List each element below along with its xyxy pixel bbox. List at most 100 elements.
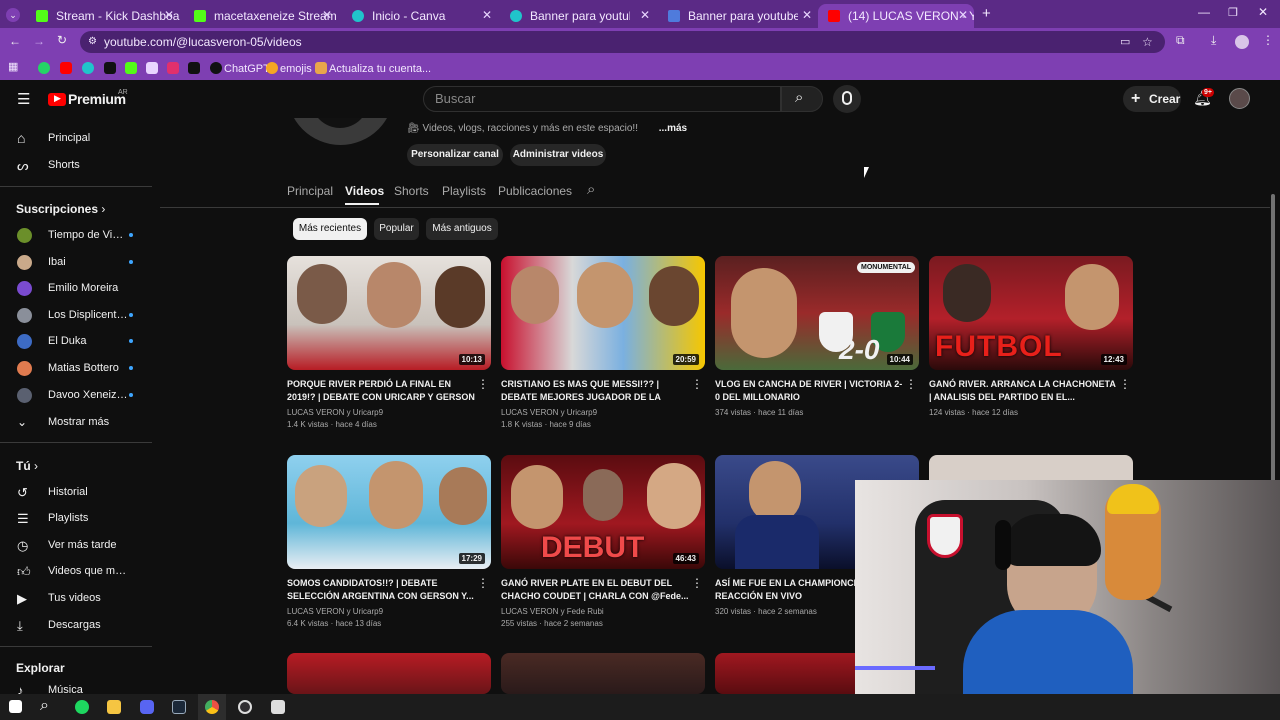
video-channel[interactable]: LUCAS VERON y Uricarp9 — [287, 408, 487, 417]
video-title[interactable]: CRISTIANO ES MAS QUE MESSI!?? | DEBATE M… — [501, 378, 689, 404]
close-tab-icon[interactable]: ✕ — [802, 8, 812, 22]
show-more-button[interactable]: ⌄ Mostrar más — [0, 409, 155, 435]
browser-tab[interactable]: macetaxeneize Stream - Watch✕ — [184, 4, 338, 28]
file-explorer-icon[interactable] — [107, 700, 121, 714]
video-title[interactable]: SOMOS CANDIDATOS!!? | DEBATE SELECCIÓN A… — [287, 577, 475, 603]
video-card[interactable]: FUTBOL 12:43 GANÓ RIVER. ARRANCA LA CHAC… — [929, 256, 1133, 442]
sidebar-subscription[interactable]: Tiempo de Video... — [0, 222, 155, 248]
customize-channel-button[interactable]: Personalizar canal — [407, 144, 503, 166]
close-tab-icon[interactable]: ✕ — [640, 8, 650, 22]
tab-playlists[interactable]: Playlists — [442, 184, 486, 198]
video-thumbnail[interactable]: 10:13 — [287, 256, 491, 370]
sidebar-subscription[interactable]: Matias Bottero — [0, 355, 155, 381]
tab-principal[interactable]: Principal — [287, 184, 333, 198]
profile-avatar[interactable] — [1235, 35, 1249, 49]
restore-button[interactable]: ❐ — [1228, 6, 1238, 19]
video-thumbnail[interactable]: FUTBOL 12:43 — [929, 256, 1133, 370]
bookmark-icon[interactable] — [82, 62, 94, 74]
video-title[interactable]: VLOG EN CANCHA DE RIVER | VICTORIA 2-0 D… — [715, 378, 903, 404]
sidebar-item-principal[interactable]: ⌂ Principal — [0, 125, 155, 151]
close-tab-icon[interactable]: ✕ — [322, 8, 332, 22]
voice-search-button[interactable] — [833, 85, 861, 113]
emoji-icon[interactable] — [266, 62, 278, 74]
subscriptions-header[interactable]: Suscripciones › — [16, 202, 105, 216]
sidebar-subscription[interactable]: El Duka — [0, 328, 155, 354]
manage-videos-button[interactable]: Administrar videos — [510, 144, 606, 166]
channel-search-icon[interactable]: ⌕ — [587, 181, 595, 198]
video-options-icon[interactable]: ⋮ — [691, 378, 703, 390]
steam-icon[interactable] — [172, 700, 186, 714]
search-input[interactable]: Buscar — [423, 86, 781, 112]
apps-grid-icon[interactable]: ▦ — [8, 60, 20, 73]
create-button[interactable]: + Crear — [1123, 86, 1181, 112]
search-button[interactable]: ⌕ — [781, 86, 823, 112]
browser-tab[interactable]: Inicio - Canva ✕ — [342, 4, 498, 28]
you-header[interactable]: Tú › — [16, 459, 38, 473]
video-thumbnail[interactable]: DEBUT 46:43 — [501, 455, 705, 569]
bookmark-chatgpt[interactable]: ChatGPT — [224, 62, 270, 76]
video-card[interactable]: 2-0 MONUMENTAL 10:44 VLOG EN CANCHA DE R… — [715, 256, 919, 442]
sidebar-item-shorts[interactable]: ᔕ Shorts — [0, 152, 155, 178]
filter-popular[interactable]: Popular — [374, 218, 419, 240]
video-channel[interactable]: LUCAS VERON y Fede Rubi — [501, 607, 701, 616]
sidebar-item-playlists[interactable]: ☰ Playlists — [0, 505, 155, 531]
discord-icon[interactable] — [140, 700, 154, 714]
video-card[interactable]: DEBUT 46:43 GANÓ RIVER PLATE EN EL DEBUT… — [501, 455, 705, 641]
mail-icon[interactable] — [146, 62, 158, 74]
address-bar[interactable]: ⚙ youtube.com/@lucasveron-05/videos ▭ ☆ — [80, 31, 1165, 53]
windows-start-icon[interactable] — [9, 700, 22, 713]
video-card[interactable]: 17:29 SOMOS CANDIDATOS!!? | DEBATE SELEC… — [287, 455, 491, 641]
video-options-icon[interactable]: ⋮ — [905, 378, 917, 390]
filter-oldest[interactable]: Más antiguos — [426, 218, 498, 240]
tab-shorts[interactable]: Shorts — [394, 184, 429, 198]
video-thumbnail[interactable]: 20:59 — [501, 256, 705, 370]
tab-videos[interactable]: Videos — [345, 184, 384, 198]
video-options-icon[interactable]: ⋮ — [1119, 378, 1131, 390]
browser-tab[interactable]: Banner para youtube banda mu✕ — [658, 4, 818, 28]
sidebar-subscription[interactable]: Ibai — [0, 249, 155, 275]
x-icon[interactable] — [188, 62, 200, 74]
search-icon[interactable]: ⌕ — [40, 697, 49, 715]
instagram-icon[interactable] — [167, 62, 179, 74]
youtube-icon[interactable] — [60, 62, 72, 74]
sidebar-subscription[interactable]: Los Displicentes — [0, 302, 155, 328]
close-tab-icon[interactable]: ✕ — [958, 8, 968, 22]
close-tab-icon[interactable]: ✕ — [164, 8, 174, 22]
account-icon[interactable] — [315, 62, 327, 74]
obs-icon[interactable] — [238, 700, 252, 714]
sidebar-subscription[interactable]: Emilio Moreira — [0, 275, 155, 301]
extensions-icon[interactable]: ⧉ — [1176, 33, 1185, 48]
account-avatar[interactable] — [1229, 88, 1250, 109]
tab-search-icon[interactable]: ⌄ — [6, 8, 20, 22]
spotify-icon[interactable] — [75, 700, 89, 714]
browser-tab-active[interactable]: (14) LUCAS VERON - YouTube✕ — [818, 4, 974, 28]
browser-menu-icon[interactable]: ⋮ — [1262, 33, 1274, 47]
video-channel[interactable]: LUCAS VERON y Uricarp9 — [501, 408, 701, 417]
video-channel[interactable]: LUCAS VERON y Uricarp9 — [287, 607, 487, 616]
video-card[interactable]: 10:13 PORQUE RIVER PERDIÓ LA FINAL EN 20… — [287, 256, 491, 442]
back-icon[interactable]: ← — [9, 34, 21, 48]
video-thumbnail[interactable]: 2-0 MONUMENTAL 10:44 — [715, 256, 919, 370]
kick-icon[interactable] — [125, 62, 137, 74]
video-title[interactable]: PORQUE RIVER PERDIÓ LA FINAL EN 2019!? |… — [287, 378, 475, 404]
video-title[interactable]: GANÓ RIVER PLATE EN EL DEBUT DEL CHACHO … — [501, 577, 689, 603]
sidebar-item-downloads[interactable]: ⤓ Descargas — [0, 612, 155, 638]
browser-tab[interactable]: Banner para youtube banda mu✕ — [500, 4, 656, 28]
close-tab-icon[interactable]: ✕ — [482, 8, 492, 22]
downloads-icon[interactable]: ⤓ — [1211, 33, 1216, 48]
chatgpt-icon[interactable] — [210, 62, 222, 74]
reload-icon[interactable]: ↻ — [57, 33, 67, 47]
whatsapp-icon[interactable] — [38, 62, 50, 74]
video-thumbnail[interactable]: 17:29 — [287, 455, 491, 569]
app-icon[interactable] — [271, 700, 285, 714]
tab-publicaciones[interactable]: Publicaciones — [498, 184, 572, 198]
video-options-icon[interactable]: ⋮ — [477, 378, 489, 390]
minimize-button[interactable]: — — [1198, 5, 1210, 19]
cast-icon[interactable]: ▭ — [1120, 31, 1130, 53]
video-thumbnail[interactable] — [287, 653, 491, 694]
new-tab-button[interactable]: + — [982, 5, 991, 22]
video-options-icon[interactable]: ⋮ — [477, 577, 489, 589]
video-options-icon[interactable]: ⋮ — [691, 577, 703, 589]
video-title[interactable]: GANÓ RIVER. ARRANCA LA CHACHONETA | ANAL… — [929, 378, 1117, 404]
browser-tab[interactable]: Stream - Kick Dashboard ✕ — [26, 4, 180, 28]
